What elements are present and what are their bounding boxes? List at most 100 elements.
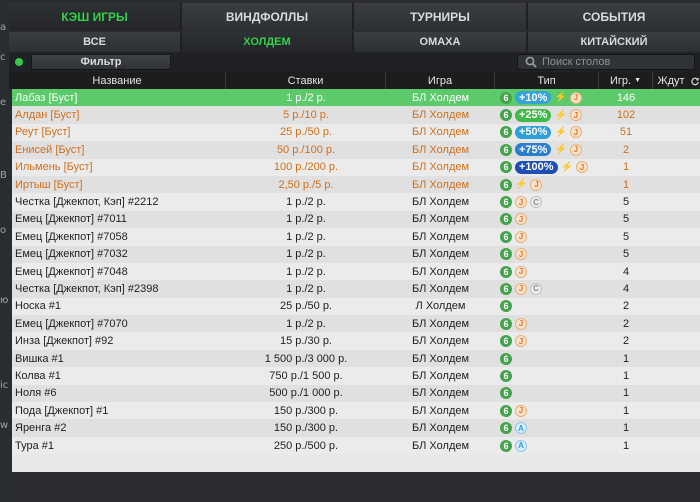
tab-windfalls[interactable]: ВИНДФОЛЛЫ [182, 3, 354, 31]
left-strip-char: ю [0, 295, 9, 306]
table-row[interactable]: Енисей [Буст] 50 р./100 р. БЛ Холдем 6 +75% ⚡… [12, 141, 700, 159]
table-row[interactable]: Лабаз [Буст] 1 р./2 р. БЛ Холдем 6 +10% ⚡ J 146 [12, 89, 700, 107]
table-row[interactable]: Ноля #6 500 р./1 000 р. БЛ Холдем 6 1 [12, 384, 700, 403]
table-row[interactable]: Пода [Джекпот] #1 150 р./300 р. БЛ Холдем 6… [12, 402, 700, 420]
jackpot-icon: J [515, 335, 527, 348]
type-badges: 6J [495, 332, 599, 349]
tab-cash-games[interactable]: КЭШ ИГРЫ [9, 3, 182, 31]
table-name: Честка [Джекпот, Кэп] #2212 [15, 196, 159, 209]
refresh-button[interactable] [689, 72, 700, 89]
table-row[interactable]: Колва #1 750 р./1 500 р. БЛ Холдем 6 1 [12, 367, 700, 385]
table-name: Колва #1 [15, 369, 61, 382]
table-row[interactable]: Емец [Джекпот] #7070 1 р./2 р. БЛ Холдем 6 J… [12, 315, 700, 333]
tab-chinese[interactable]: КИТАЙСКИЙ [528, 32, 700, 52]
type-badges: 6 +50% ⚡ J [495, 124, 599, 141]
waiting-count [653, 280, 700, 297]
search-icon [525, 56, 537, 68]
left-strip-char: a [0, 22, 7, 33]
table-name: Енисей [Буст] [15, 143, 85, 156]
table-row[interactable]: Емец [Джекпот] #7048 1 р./2 р. БЛ Холдем 6 J… [12, 262, 700, 281]
boost-badge: +50% [515, 125, 552, 139]
filter-button[interactable]: Фильтр [31, 54, 171, 70]
six-max-icon: 6 [500, 178, 512, 191]
type-badges: 6 [495, 367, 599, 384]
tab-events[interactable]: СОБЫТИЯ [528, 3, 700, 31]
table-row[interactable]: Носка #1 25 р./50 р. Л Холдем 6 2 [12, 297, 700, 316]
stakes: 150 р./300 р. [273, 422, 339, 435]
game-type: БЛ Холдем [411, 439, 470, 452]
stakes: 1 р./2 р. [286, 213, 326, 226]
six-max-icon: 6 [500, 91, 512, 104]
waiting-count [653, 193, 700, 210]
cap-icon: C [530, 196, 542, 209]
table-name: Лабаз [Буст] [15, 91, 78, 104]
game-type-tabs: ВСЕ ХОЛДЕМ ОМАХА КИТАЙСКИЙ [9, 32, 700, 52]
players-count: 102 [616, 109, 636, 122]
cap-icon: C [530, 282, 542, 295]
game-type: БЛ Холдем [411, 126, 470, 139]
sort-desc-icon: ▼ [634, 77, 642, 84]
players-count: 2 [622, 317, 630, 330]
bolt-icon: ⚡ [554, 109, 567, 121]
stakes: 500 р./1 000 р. [269, 387, 343, 400]
waiting-count [653, 350, 700, 367]
bolt-icon: ⚡ [554, 126, 567, 138]
players-count: 5 [622, 213, 630, 226]
table-row[interactable]: Реут [Буст] 25 р./50 р. БЛ Холдем 6 +50% ⚡ J 51 [12, 123, 700, 142]
game-type: БЛ Холдем [411, 422, 470, 435]
boost-badge: +75% [515, 143, 552, 157]
table-row[interactable]: Инза [Джекпот] #92 15 р./30 р. БЛ Холдем 6 J… [12, 332, 700, 350]
players-count: 2 [622, 335, 630, 348]
table-row[interactable]: Честка [Джекпот, Кэп] #2398 1 р./2 р. БЛ Х… [12, 280, 700, 298]
table-row[interactable]: Ильмень [Буст] 100 р./200 р. БЛ Холдем 6 +10… [12, 158, 700, 176]
table-row[interactable]: Алдан [Буст] 5 р./10 р. БЛ Холдем 6 +25% ⚡ J 10… [12, 106, 700, 124]
col-stakes-header[interactable]: Ставки [226, 72, 386, 89]
stakes: 25 р./50 р. [280, 126, 332, 139]
waiting-count [653, 246, 700, 263]
auto-icon: A [515, 422, 527, 435]
type-badges: 6J [495, 263, 599, 280]
game-type: БЛ Холдем [411, 335, 470, 348]
table-row[interactable]: Емец [Джекпот] #7011 1 р./2 р. БЛ Холдем 6 J… [12, 210, 700, 229]
tab-tournaments[interactable]: ТУРНИРЫ [354, 3, 528, 31]
tab-holdem[interactable]: ХОЛДЕМ [182, 32, 354, 52]
bolt-icon: ⚡ [515, 179, 528, 191]
table-row[interactable]: Вишка #1 1 500 р./3 000 р. БЛ Холдем 6 1 [12, 349, 700, 368]
table-name: Носка #1 [15, 300, 62, 313]
jackpot-icon: J [569, 143, 582, 156]
six-max-icon: 6 [500, 439, 512, 452]
type-badges: 6JC [495, 193, 599, 210]
type-badges: 6A [495, 437, 599, 454]
tab-omaha[interactable]: ОМАХА [354, 32, 528, 52]
tab-all[interactable]: ВСЕ [9, 32, 182, 52]
table-row[interactable]: Емец [Джекпот] #7032 1 р./2 р. БЛ Холдем 6 J… [12, 245, 700, 263]
waiting-count [653, 315, 700, 332]
players-count: 1 [622, 178, 630, 191]
col-players-header[interactable]: Игр. ▼ [599, 72, 653, 89]
auto-icon: A [515, 439, 527, 452]
table-row[interactable]: Емец [Джекпот] #7058 1 р./2 р. БЛ Холдем 6 J… [12, 228, 700, 246]
col-game-header[interactable]: Игра [386, 72, 495, 89]
search-box[interactable] [517, 54, 695, 70]
table-row[interactable]: Честка [Джекпот, Кэп] #2212 1 р./2 р. БЛ Х… [12, 193, 700, 211]
boost-badge: +25% [515, 108, 552, 122]
type-badges: 6J [495, 246, 599, 263]
col-waiting-header[interactable]: Ждут [653, 72, 689, 89]
table-row[interactable]: Иртыш [Буст] 2,50 р./5 р. БЛ Холдем 6 ⚡ J 1 [12, 175, 700, 194]
stakes: 15 р./30 р. [280, 335, 332, 348]
search-input[interactable] [542, 56, 682, 68]
col-type-header[interactable]: Тип [495, 72, 599, 89]
waiting-count [653, 385, 700, 402]
left-strip-char: ic [0, 380, 9, 391]
left-strip-char: B [0, 170, 7, 181]
stakes: 1 р./2 р. [286, 196, 326, 209]
jackpot-icon: J [515, 196, 527, 209]
jackpot-icon: J [530, 178, 543, 191]
game-type: БЛ Холдем [411, 230, 470, 243]
table-row[interactable]: Яренга #2 150 р./300 р. БЛ Холдем 6 A 1 [12, 419, 700, 437]
table-row[interactable]: Тура #1 250 р./500 р. БЛ Холдем 6 A 1 [12, 436, 700, 455]
bolt-icon: ⚡ [560, 161, 574, 173]
players-count: 146 [616, 91, 636, 104]
col-name-header[interactable]: Название [9, 72, 226, 89]
waiting-count [653, 89, 700, 106]
